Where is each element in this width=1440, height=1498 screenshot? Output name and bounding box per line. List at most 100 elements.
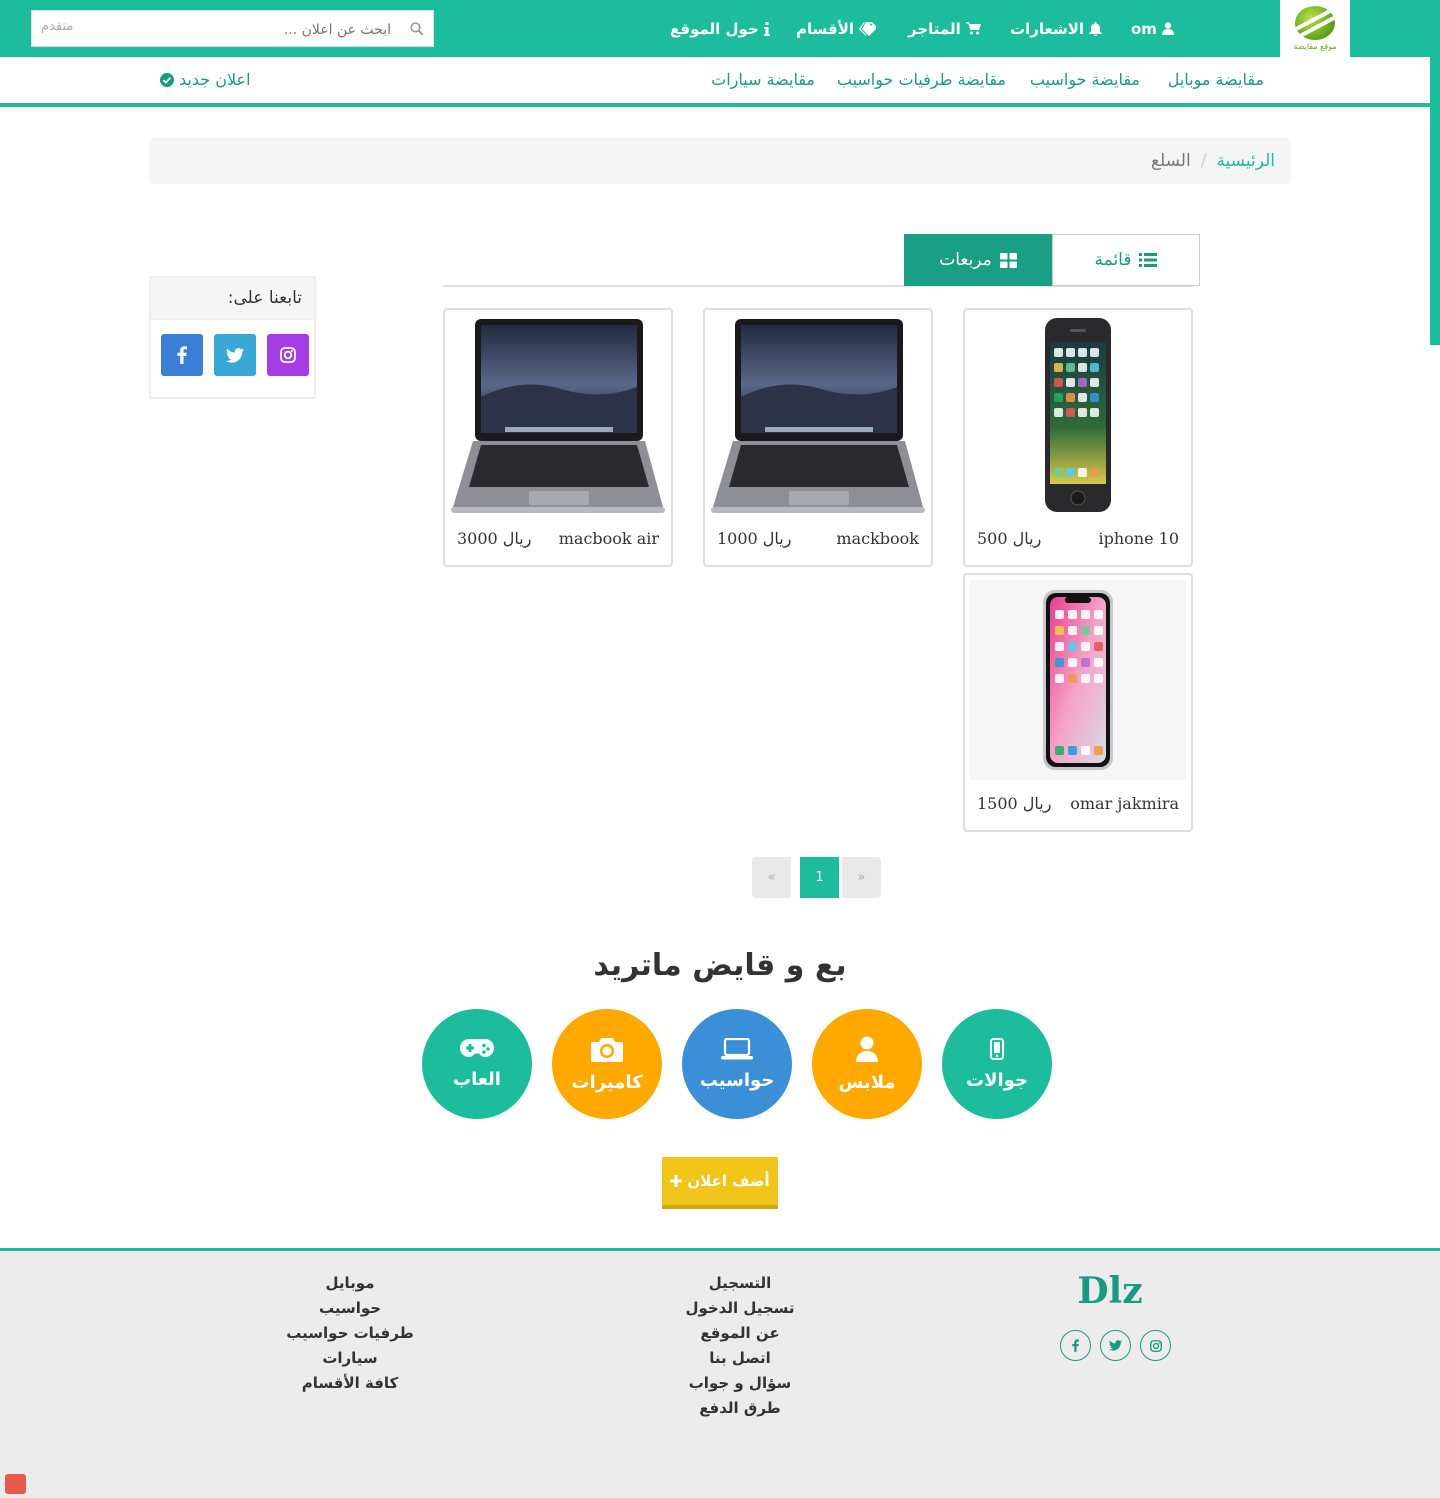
- product-name[interactable]: omar jakmira: [1070, 794, 1179, 813]
- search-icon[interactable]: [410, 22, 424, 36]
- breadcrumb-home[interactable]: الرئيسية: [1216, 151, 1275, 171]
- scroll-accent-strip: [1430, 57, 1440, 345]
- nav-stores[interactable]: المتاجر: [908, 0, 981, 57]
- add-ad-label: أضف اعلان: [687, 1172, 770, 1190]
- list-icon: [1139, 253, 1158, 267]
- twitter-button[interactable]: [214, 334, 256, 376]
- subnav-peripherals[interactable]: مقايضة طرفيات حواسيب: [837, 70, 1006, 89]
- category-label: كاميرات: [571, 1071, 643, 1093]
- follow-us-title: تابعنا على:: [151, 278, 314, 320]
- nav-stores-label: المتاجر: [908, 19, 961, 38]
- product-card[interactable]: macbook air ريال 3000: [443, 308, 673, 567]
- pagination-prev[interactable]: «: [752, 857, 791, 898]
- category-circle-computers[interactable]: حواسيب: [682, 1009, 792, 1119]
- facebook-button[interactable]: [161, 334, 203, 376]
- follow-us-panel: تابعنا على:: [149, 276, 316, 399]
- product-card[interactable]: iphone 10 ريال 500: [963, 308, 1193, 567]
- site-logo[interactable]: موقع مقايضة: [1280, 0, 1350, 57]
- new-ad-link[interactable]: اعلان جديد: [160, 70, 251, 89]
- category-circle-cameras[interactable]: كاميرات: [552, 1009, 662, 1119]
- category-circle-games[interactable]: العاب: [422, 1009, 532, 1119]
- footer-link-faq[interactable]: سؤال و جواب: [640, 1373, 840, 1398]
- pagination-page-1[interactable]: 1: [800, 857, 839, 898]
- instagram-icon: [280, 347, 296, 363]
- phone-x-image[interactable]: [970, 580, 1186, 780]
- category-circle-clothes[interactable]: ملابس: [812, 1009, 922, 1119]
- footer-instagram-button[interactable]: [1140, 1330, 1171, 1361]
- category-subnav: مقايضة موبايل مقايضة حواسيب مقايضة طرفيا…: [0, 57, 1430, 107]
- nav-about-label: حول الموقع: [670, 19, 759, 38]
- product-card[interactable]: mackbook ريال 1000: [703, 308, 933, 567]
- footer-link-login[interactable]: تسجيل الدخول: [640, 1298, 840, 1323]
- plus-icon: [670, 1175, 683, 1187]
- twitter-icon: [1109, 1340, 1122, 1351]
- footer-facebook-button[interactable]: [1060, 1330, 1091, 1361]
- category-label: ملابس: [838, 1071, 896, 1093]
- gamepad-icon: [460, 1038, 494, 1057]
- globe-logo-icon: [1295, 6, 1335, 40]
- info-icon: [763, 21, 770, 36]
- list-view-button[interactable]: قائمة: [1052, 234, 1200, 286]
- footer-twitter-button[interactable]: [1100, 1330, 1131, 1361]
- footer-cat-cars[interactable]: سيارات: [250, 1348, 450, 1373]
- grid-view-button[interactable]: مربعات: [904, 234, 1052, 286]
- product-card[interactable]: omar jakmira ريال 1500: [963, 573, 1193, 832]
- bell-icon: [1089, 21, 1103, 36]
- product-name[interactable]: iphone 10: [1098, 529, 1179, 548]
- promo-title: بع و قايض ماتريد: [593, 948, 847, 983]
- laptop-image[interactable]: [450, 315, 666, 515]
- search-box: متقدم: [31, 10, 435, 48]
- phone-image[interactable]: [970, 315, 1186, 515]
- product-price: ريال 500: [977, 529, 1042, 548]
- breadcrumb: الرئيسية / السلع: [149, 138, 1291, 184]
- subnav-mobile[interactable]: مقايضة موبايل: [1168, 70, 1264, 89]
- nav-notifications[interactable]: الاشعارات: [1010, 0, 1103, 57]
- corner-widget-icon[interactable]: [5, 1474, 26, 1494]
- twitter-icon: [226, 347, 244, 363]
- product-name[interactable]: mackbook: [836, 529, 919, 548]
- product-name[interactable]: macbook air: [559, 529, 659, 548]
- tag-icon: [859, 21, 877, 36]
- footer-link-payment[interactable]: طرق الدفع: [640, 1398, 840, 1423]
- subnav-computers[interactable]: مقايضة حواسيب: [1030, 70, 1140, 89]
- user-name: om: [1131, 19, 1157, 38]
- footer-link-about[interactable]: عن الموقع: [640, 1323, 840, 1348]
- advanced-search-link[interactable]: متقدم: [41, 19, 73, 34]
- user-icon: [856, 1036, 878, 1062]
- user-icon: [1161, 22, 1174, 35]
- instagram-button[interactable]: [267, 334, 309, 376]
- product-price: ريال 3000: [457, 529, 532, 548]
- product-price: ريال 1500: [977, 794, 1052, 813]
- nav-about[interactable]: حول الموقع: [670, 0, 770, 57]
- footer-cat-peripherals[interactable]: طرفيات حواسيب: [250, 1323, 450, 1348]
- footer-links-column: التسجيل تسجيل الدخول عن الموقع اتصل بنا …: [640, 1273, 840, 1423]
- pagination-next[interactable]: »: [842, 857, 881, 898]
- nav-categories[interactable]: الأقسام: [796, 0, 877, 57]
- new-ad-label: اعلان جديد: [179, 70, 251, 89]
- search-input[interactable]: [32, 11, 435, 48]
- footer-link-register[interactable]: التسجيل: [640, 1273, 840, 1298]
- category-circle-mobiles[interactable]: جوالات: [942, 1009, 1052, 1119]
- footer-link-contact[interactable]: اتصل بنا: [640, 1348, 840, 1373]
- user-menu[interactable]: om: [1131, 0, 1174, 57]
- instagram-icon: [1149, 1339, 1162, 1352]
- laptop-image[interactable]: [710, 315, 926, 515]
- grid-view-label: مربعات: [939, 250, 992, 270]
- nav-categories-label: الأقسام: [796, 19, 855, 38]
- category-label: العاب: [453, 1068, 501, 1090]
- footer-cat-computers[interactable]: حواسيب: [250, 1298, 450, 1323]
- top-navbar: موقع مقايضة om الاشعارات المتاجر الأقسام…: [0, 0, 1440, 57]
- camera-icon: [591, 1037, 623, 1062]
- footer-categories-column: موبايل حواسيب طرفيات حواسيب سيارات كافة …: [250, 1273, 450, 1398]
- grid-icon: [999, 252, 1017, 268]
- footer-cat-all[interactable]: كافة الأقسام: [250, 1373, 450, 1398]
- category-label: جوالات: [966, 1069, 1028, 1091]
- laptop-icon: [721, 1037, 753, 1059]
- product-price: ريال 1000: [717, 529, 792, 548]
- breadcrumb-current: السلع: [1150, 151, 1191, 171]
- mobile-icon: [990, 1037, 1004, 1060]
- add-ad-button[interactable]: أضف اعلان: [662, 1157, 778, 1209]
- footer-cat-mobile[interactable]: موبايل: [250, 1273, 450, 1298]
- subnav-cars[interactable]: مقايضة سيارات: [711, 70, 815, 89]
- facebook-icon: [177, 346, 187, 364]
